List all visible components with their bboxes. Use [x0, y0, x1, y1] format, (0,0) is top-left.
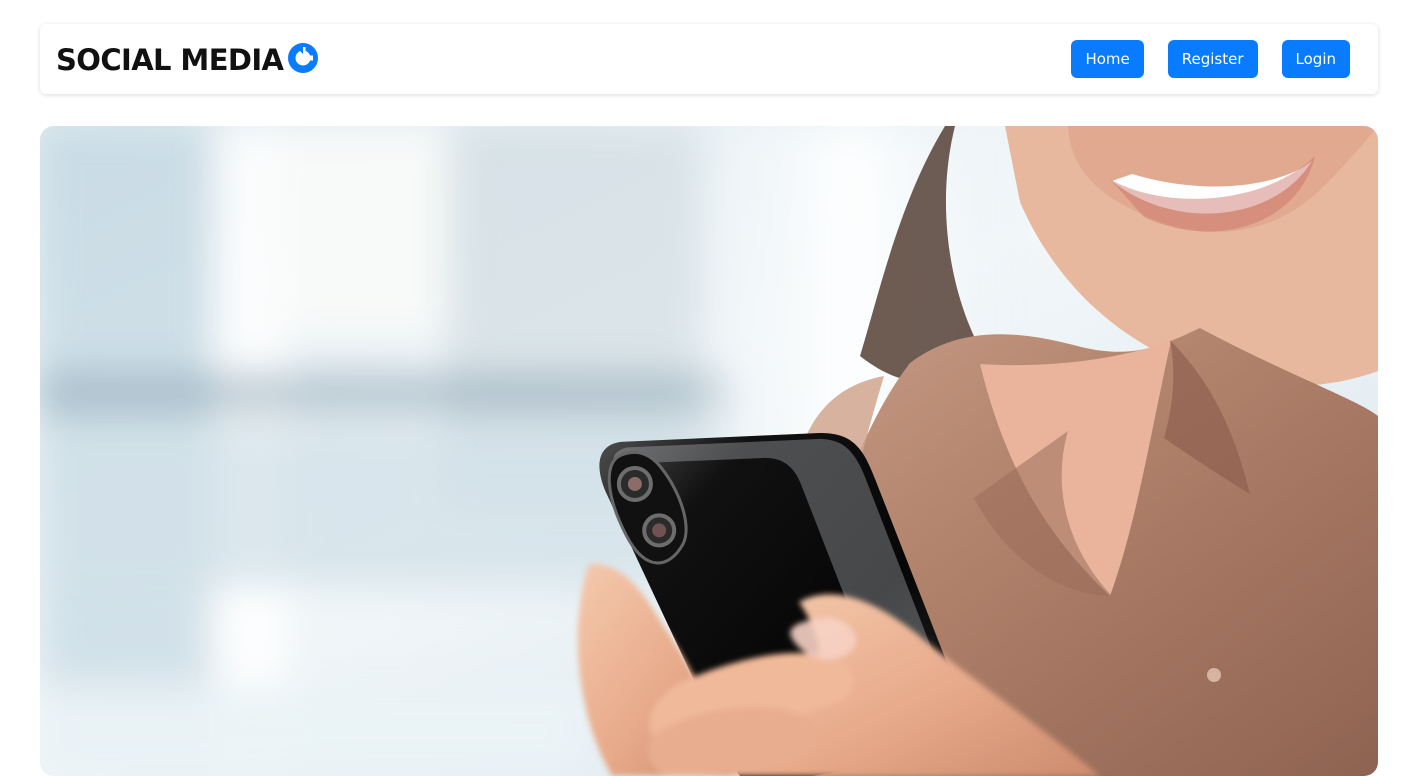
- hero-image: [40, 126, 1378, 776]
- woman-using-smartphone-photo: [40, 126, 1378, 776]
- home-button[interactable]: Home: [1071, 40, 1144, 78]
- navigation-buttons: Home Register Login: [1071, 40, 1350, 78]
- register-button[interactable]: Register: [1167, 40, 1258, 78]
- site-brand[interactable]: SOCIAL MEDIA: [56, 41, 319, 79]
- brand-name: SOCIAL MEDIA: [56, 43, 284, 77]
- login-button[interactable]: Login: [1281, 40, 1350, 78]
- top-navigation-bar: SOCIAL MEDIA Home Register Login: [40, 24, 1378, 94]
- social-media-logo-icon: [287, 42, 319, 74]
